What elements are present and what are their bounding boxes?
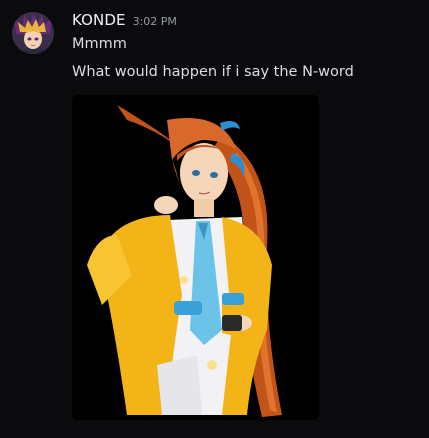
message-timestamp: 3:02 PM — [132, 15, 177, 28]
message-text: What would happen if i say the N-word — [72, 64, 354, 80]
message-text: Mmmm — [72, 36, 127, 52]
anime-avatar-icon — [12, 12, 54, 54]
anime-character-image — [72, 95, 319, 420]
message-header: KONDE 3:02 PM — [72, 11, 177, 33]
image-attachment[interactable] — [72, 95, 319, 420]
username[interactable]: KONDE — [72, 11, 126, 29]
user-avatar[interactable] — [12, 12, 54, 54]
chat-message: KONDE 3:02 PM Mmmm What would happen if … — [0, 0, 429, 438]
